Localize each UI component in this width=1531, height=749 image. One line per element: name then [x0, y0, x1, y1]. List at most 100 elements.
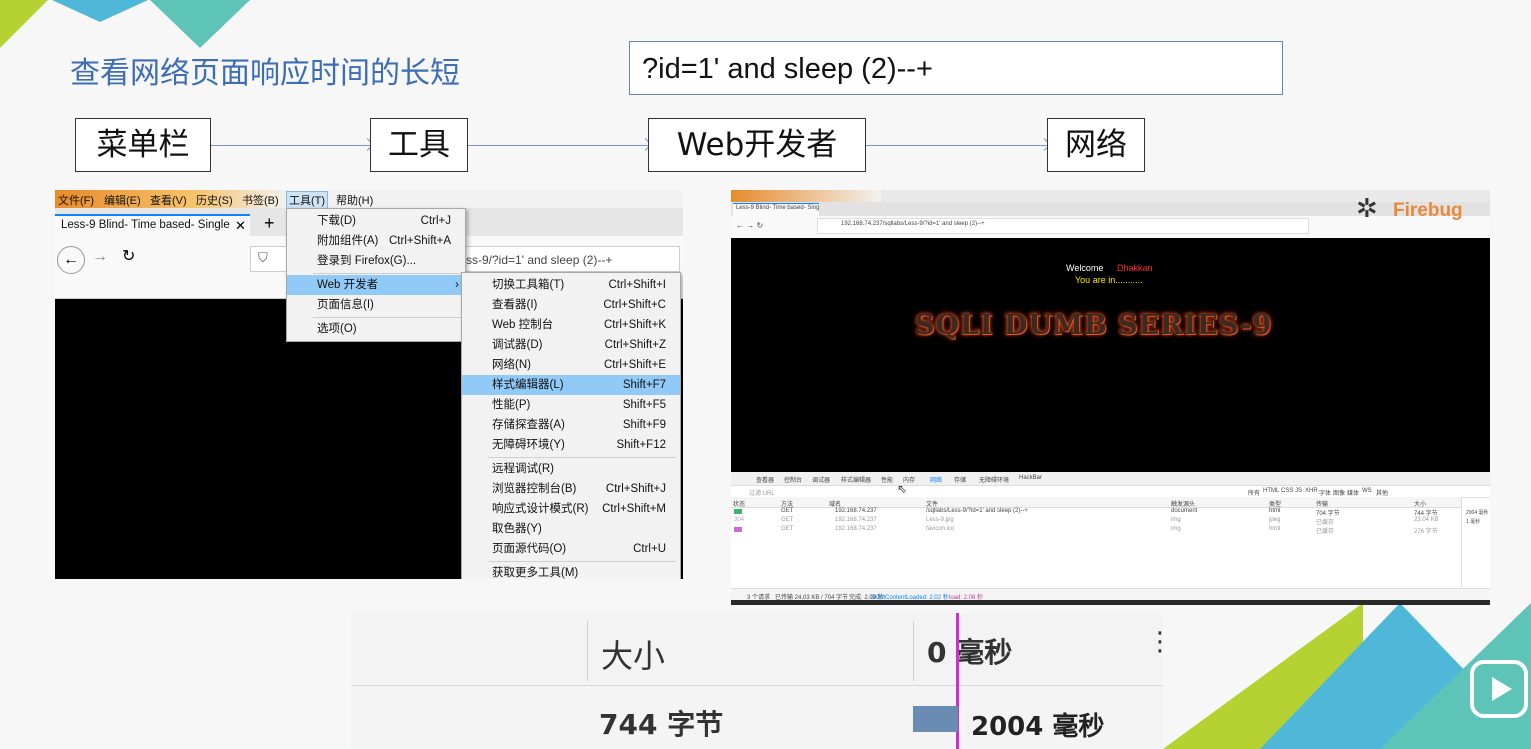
devtools-toolbar: 查看器 控制台 调试器 样式编辑器 性能 内存 网络 存储 无障碍环境 Hack… [731, 472, 1490, 486]
devtools-tab-debugger[interactable]: 调试器 [812, 475, 830, 484]
dev-item-remote-debug[interactable]: 远程调试(R) [462, 459, 680, 479]
dev-item-toggle-tools[interactable]: 切换工具箱(T) Ctrl+Shift+I [462, 275, 680, 295]
time-value: 2004 毫秒 [971, 712, 1105, 742]
menu-tools[interactable]: 工具(T) [286, 191, 329, 209]
dev-item-style-editor[interactable]: 样式编辑器(L) Shift+F7 [462, 375, 680, 395]
time-column-header: 0 毫秒 [927, 636, 1013, 669]
tab-title-right: Less-9 Blind- Time based- Sing [736, 205, 820, 211]
step-menubar: 菜单栏 [75, 118, 211, 172]
table-row[interactable]: 304 GET 192.168.74.237 Less-9.jpg img jp… [731, 516, 1461, 526]
menu-item-downloads[interactable]: 下载(D) Ctrl+J [287, 211, 465, 231]
filter-media[interactable]: 媒体 [1347, 488, 1359, 497]
filter-css[interactable]: CSS [1281, 488, 1293, 494]
browser-tab[interactable]: Less-9 Blind- Time based- Single [55, 214, 250, 236]
filter-all[interactable]: 所有 [1248, 488, 1260, 497]
devtools-tab-performance[interactable]: 性能 [881, 475, 893, 484]
page-content: Welcome Dhakkan You are in........... SQ… [731, 238, 1490, 472]
devtools-tab-hackbar[interactable]: HackBar [1019, 475, 1042, 481]
devtools-tab-console[interactable]: 控制台 [784, 475, 802, 484]
menu-item-page-info[interactable]: 页面信息(I) [287, 295, 465, 315]
firefox-menubar: 文件(F) 编辑(E) 查看(V) 历史(S) 书签(B) 工具(T) 帮助(H… [55, 190, 683, 209]
dev-item-console[interactable]: Web 控制台 Ctrl+Shift+K [462, 315, 680, 335]
nav-icons[interactable]: ← → ↻ [736, 221, 763, 230]
user-name: Dhakkan [1117, 263, 1153, 273]
firebug-bug-icon: ✲ [1356, 193, 1378, 223]
firebug-logo: Firebug [1393, 200, 1463, 221]
devtools-tab-style-editor[interactable]: 样式编辑器 [841, 475, 871, 484]
dev-item-performance[interactable]: 性能(P) Shift+F5 [462, 395, 680, 415]
size-column-header: 大小 [601, 637, 666, 675]
menu-item-web-developer[interactable]: Web 开发者 › [287, 275, 465, 295]
new-tab-icon[interactable]: + [264, 213, 275, 234]
menu-item-sign-in[interactable]: 登录到 Firefox(G)... [287, 251, 465, 271]
filter-url-input[interactable]: 过滤 URL [749, 488, 775, 497]
url-text: ss-9/?id=1' and sleep (2)--+ [466, 253, 613, 267]
step-arrow-1 [211, 145, 370, 146]
menu-help[interactable]: 帮助(H) [336, 192, 373, 208]
welcome-text: Welcome [1066, 263, 1104, 273]
dev-item-debugger[interactable]: 调试器(D) Ctrl+Shift+Z [462, 335, 680, 355]
firefox-network-screenshot: Less-9 Blind- Time based- Sing ← → ↻ 192… [731, 190, 1490, 605]
mouse-cursor-icon: ⇖ [897, 482, 908, 496]
menu-edit[interactable]: 编辑(E) [104, 192, 141, 208]
filter-images[interactable]: 图像 [1333, 488, 1345, 497]
filter-other[interactable]: 其他 [1376, 488, 1388, 497]
menu-item-options[interactable]: 选项(O) [287, 319, 465, 339]
zoomed-timing-panel: 大小 0 毫秒 ⋮ 744 字节 2004 毫秒 [351, 613, 1163, 749]
sqli-banner: SQLI DUMB SERIES-9 [915, 310, 1273, 341]
url-text-right: 192.168.74.237/sqllabs/Less-9/?id=1' and… [841, 221, 985, 227]
back-button[interactable]: ← [57, 246, 85, 274]
devtools-tab-storage[interactable]: 存储 [954, 475, 966, 484]
dev-item-responsive[interactable]: 响应式设计模式(R) Ctrl+Shift+M [462, 499, 680, 519]
tab-close-icon[interactable]: ✕ [235, 218, 246, 234]
menu-bookmarks[interactable]: 书签(B) [242, 192, 279, 208]
filter-js[interactable]: JS [1295, 488, 1302, 494]
step-network: 网络 [1047, 118, 1145, 172]
firefox-menu-screenshot: 文件(F) 编辑(E) 查看(V) 历史(S) 书签(B) 工具(T) 帮助(H… [55, 190, 683, 579]
timeline-column: 2004 毫秒 1 毫秒 [1461, 497, 1490, 587]
menu-file[interactable]: 文件(F) [58, 192, 94, 208]
menu-view[interactable]: 查看(V) [150, 192, 187, 208]
shield-icon: ⛉ [258, 250, 268, 265]
corner-decoration-top-blue [52, 0, 148, 22]
web-developer-submenu: 切换工具箱(T) Ctrl+Shift+I 查看器(I) Ctrl+Shift+C … [461, 272, 681, 579]
more-options-icon: ⋮ [1147, 627, 1163, 657]
video-logo-icon [1470, 660, 1528, 718]
corner-decoration-top-teal [150, 0, 250, 48]
tools-menu: 下载(D) Ctrl+J 附加组件(A) Ctrl+Shift+A 登录到 Fire… [286, 208, 466, 342]
you-are-in-text: You are in........... [1075, 275, 1143, 285]
dev-item-network[interactable]: 网络(N) Ctrl+Shift+E [462, 355, 680, 375]
menu-history[interactable]: 历史(S) [196, 192, 233, 208]
table-row[interactable]: GET 192.168.74.237 favicon.ico img html … [731, 525, 1461, 535]
menu-item-addons[interactable]: 附加组件(A) Ctrl+Shift+A [287, 231, 465, 251]
dev-item-storage[interactable]: 存储探查器(A) Shift+F9 [462, 415, 680, 435]
dev-item-more-tools[interactable]: 获取更多工具(M) [462, 563, 680, 579]
step-tools: 工具 [370, 118, 468, 172]
devtools-tab-accessibility[interactable]: 无障碍环境 [979, 475, 1009, 484]
step-arrow-2 [468, 145, 648, 146]
sql-payload-box: ?id=1' and sleep (2)--+ [629, 41, 1283, 95]
filter-xhr[interactable]: XHR [1305, 488, 1318, 494]
filter-fonts[interactable]: 字体 [1319, 488, 1331, 497]
corner-decoration-top-left [0, 0, 48, 48]
dev-item-eyedropper[interactable]: 取色器(Y) [462, 519, 680, 539]
table-row[interactable]: GET 192.168.74.237 /sqllabs/Less-9/?id=1… [731, 507, 1461, 517]
dev-item-browser-console[interactable]: 浏览器控制台(B) Ctrl+Shift+J [462, 479, 680, 499]
dev-item-inspector[interactable]: 查看器(I) Ctrl+Shift+C [462, 295, 680, 315]
devtools-tab-inspector[interactable]: 查看器 [756, 475, 774, 484]
devtools-tab-network[interactable]: 网络 [930, 475, 942, 484]
tab-title: Less-9 Blind- Time based- Single [61, 219, 230, 231]
filter-ws[interactable]: WS [1362, 488, 1372, 494]
step-web-developer: Web开发者 [648, 118, 866, 172]
dev-item-page-source[interactable]: 页面源代码(O) Ctrl+U [462, 539, 680, 559]
status-badge [734, 509, 742, 514]
forward-icon[interactable]: → [92, 248, 108, 266]
slide-title: 查看网络页面响应时间的长短 [70, 56, 460, 91]
chevron-right-icon: › [455, 279, 459, 291]
status-badge [734, 527, 742, 532]
filter-html[interactable]: HTML [1263, 488, 1279, 494]
size-value: 744 字节 [599, 708, 724, 741]
step-arrow-3 [866, 145, 1047, 146]
dev-item-accessibility[interactable]: 无障碍环境(Y) Shift+F12 [462, 435, 680, 455]
reload-icon[interactable]: ↻ [122, 246, 135, 266]
